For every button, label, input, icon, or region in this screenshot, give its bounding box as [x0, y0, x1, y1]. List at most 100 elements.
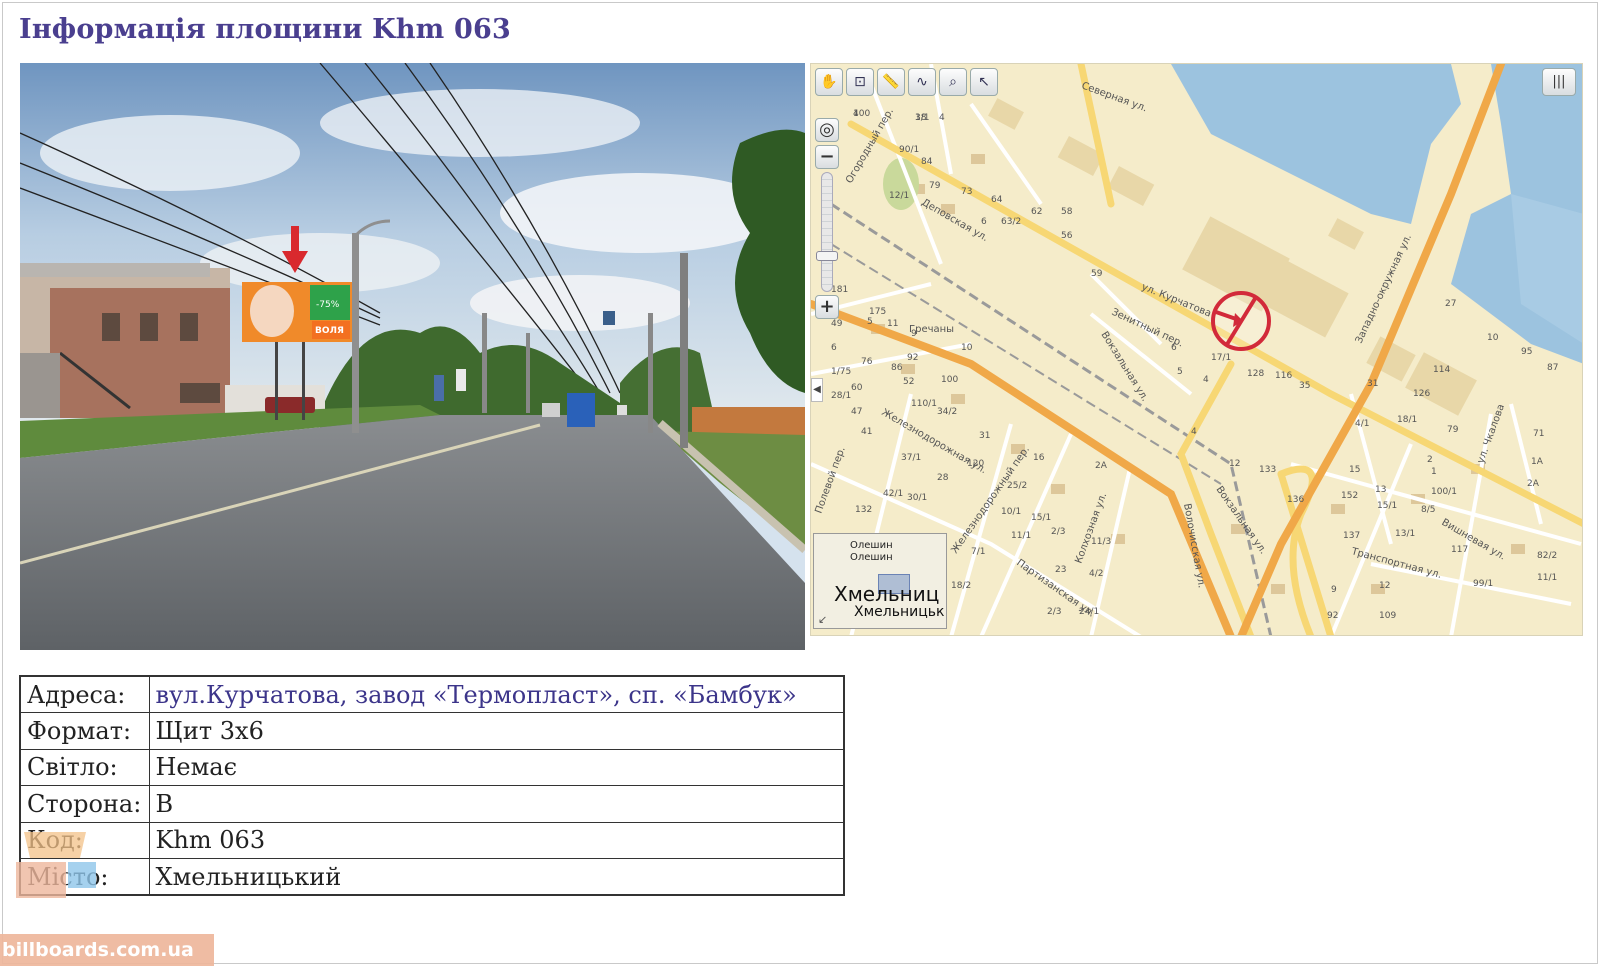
house-number: 18/2: [951, 581, 971, 591]
watermark-text: billboards.com.ua: [0, 934, 214, 966]
house-number: 15/1: [1031, 513, 1051, 523]
table-row: Формат: Щит 3х6: [19, 712, 845, 750]
house-number: 4: [853, 109, 859, 119]
house-number: 58: [1061, 207, 1073, 217]
house-number: 73: [961, 187, 972, 197]
row-value-light: Немає: [148, 748, 845, 786]
house-number: 1: [1431, 467, 1437, 477]
zoom-in-button[interactable]: +: [815, 295, 839, 319]
house-number: 114: [1433, 365, 1450, 375]
map-label: Колхозная ул.: [1073, 491, 1109, 565]
house-number: 6: [831, 343, 837, 353]
house-number: 2А: [1527, 479, 1540, 489]
house-number: 2/3: [1051, 527, 1065, 537]
zoom-area-icon[interactable]: ⊡: [846, 68, 874, 96]
location-map[interactable]: Северная ул. Огородный пер. Деповская ул…: [810, 63, 1583, 636]
layers-icon[interactable]: |||: [1542, 68, 1576, 96]
zoom-out-button[interactable]: −: [815, 145, 839, 169]
house-number: 13: [1375, 485, 1386, 495]
house-number: 152: [1341, 491, 1358, 501]
house-number: 90/1: [899, 145, 919, 155]
row-value-format: Щит 3х6: [148, 712, 845, 750]
house-number: 35: [1299, 381, 1310, 391]
house-number: 116: [1275, 371, 1292, 381]
house-number: 120: [967, 459, 984, 469]
house-number: 79: [929, 181, 941, 191]
ruler-icon[interactable]: 📏: [877, 68, 905, 96]
house-number: 24/1: [1079, 607, 1099, 617]
house-number: 15: [1349, 465, 1360, 475]
house-number: 126: [1413, 389, 1430, 399]
house-number: 76: [861, 357, 873, 367]
house-number: 3/1: [915, 113, 929, 123]
house-number: 133: [1259, 465, 1276, 475]
table-row: Код: Khm 063: [19, 821, 845, 859]
expand-arrow-icon[interactable]: ↙: [818, 613, 827, 626]
location-marker-icon: [1211, 291, 1271, 351]
house-number: 15/1: [1377, 501, 1397, 511]
house-number: 5: [867, 317, 873, 327]
house-number: 9: [1331, 585, 1337, 595]
house-number: 1А: [1531, 457, 1544, 467]
overview-minimap[interactable]: Олешин Олешин Хмельниц Хмельницьк ↙: [813, 533, 947, 629]
house-number: 92: [907, 353, 918, 363]
page-title: Інформація площини Khm 063: [19, 14, 511, 45]
house-number: 23: [1055, 565, 1066, 575]
house-number: 11/3: [1091, 537, 1111, 547]
row-value-city: Хмельницький: [148, 858, 845, 896]
house-number: 86: [891, 363, 903, 373]
house-number: 47: [851, 407, 862, 417]
billboard-brand: ВОЛЯ: [315, 326, 344, 336]
house-number: 110/1: [911, 399, 937, 409]
house-number: 27: [1445, 299, 1456, 309]
house-number: 71: [1533, 429, 1544, 439]
house-number: 2А: [1095, 461, 1108, 471]
house-number: 10: [1487, 333, 1499, 343]
row-key-side: Сторона:: [19, 785, 150, 823]
house-number: 117: [1451, 545, 1468, 555]
house-number: 10: [961, 343, 973, 353]
zoom-control: ◎ − +: [815, 118, 841, 322]
house-number: 7/1: [971, 547, 985, 557]
hand-icon[interactable]: ✋: [815, 68, 843, 96]
house-number: 1/75: [831, 367, 851, 377]
magnifier-icon[interactable]: ⌕: [939, 68, 967, 96]
house-number: 12: [1379, 581, 1390, 591]
house-number: 31: [979, 431, 990, 441]
route-icon[interactable]: ∿: [908, 68, 936, 96]
zoom-slider-thumb[interactable]: [816, 251, 838, 261]
house-number: 4/1: [1355, 419, 1369, 429]
house-number: 5: [1177, 367, 1183, 377]
house-number: 99/1: [1473, 579, 1493, 589]
house-number: 175: [869, 307, 886, 317]
billboard-discount: -75%: [316, 300, 340, 310]
house-number: 59: [1091, 269, 1103, 279]
house-number: 109: [1379, 611, 1396, 621]
house-number: 82/2: [1537, 551, 1557, 561]
house-number: 34/2: [937, 407, 957, 417]
collapse-panel-button[interactable]: ◀: [811, 378, 823, 402]
house-number: 4: [1191, 427, 1197, 437]
pointer-icon[interactable]: ↖: [970, 68, 998, 96]
house-number: 62: [1031, 207, 1042, 217]
billboard-info-table: Адреса: вул.Курчатова, завод «Термопласт…: [19, 675, 845, 896]
house-number: 6: [1171, 343, 1177, 353]
house-number: 100/1: [1431, 487, 1457, 497]
map-label: Вишневая ул.: [1440, 517, 1508, 562]
house-number: 84: [921, 157, 933, 167]
house-number: 56: [1061, 231, 1073, 241]
photo-drawing: -75% ВОЛЯ: [20, 63, 805, 650]
street-photo: -75% ВОЛЯ: [20, 63, 805, 650]
watermark-logo-icon: [16, 832, 96, 898]
zoom-slider[interactable]: [816, 172, 838, 292]
table-row: Сторона: В: [19, 785, 845, 823]
house-number: 17/1: [1211, 353, 1231, 363]
house-number: 41: [861, 427, 872, 437]
house-number: 95: [1521, 347, 1532, 357]
compass-icon[interactable]: ◎: [815, 118, 839, 142]
row-key-address: Адреса:: [19, 675, 150, 713]
house-number: 31: [1367, 379, 1378, 389]
map-label: Вокзальная ул.: [1214, 484, 1269, 556]
overview-city-label: Хмельницьк: [854, 604, 945, 620]
house-number: 28: [937, 473, 949, 483]
